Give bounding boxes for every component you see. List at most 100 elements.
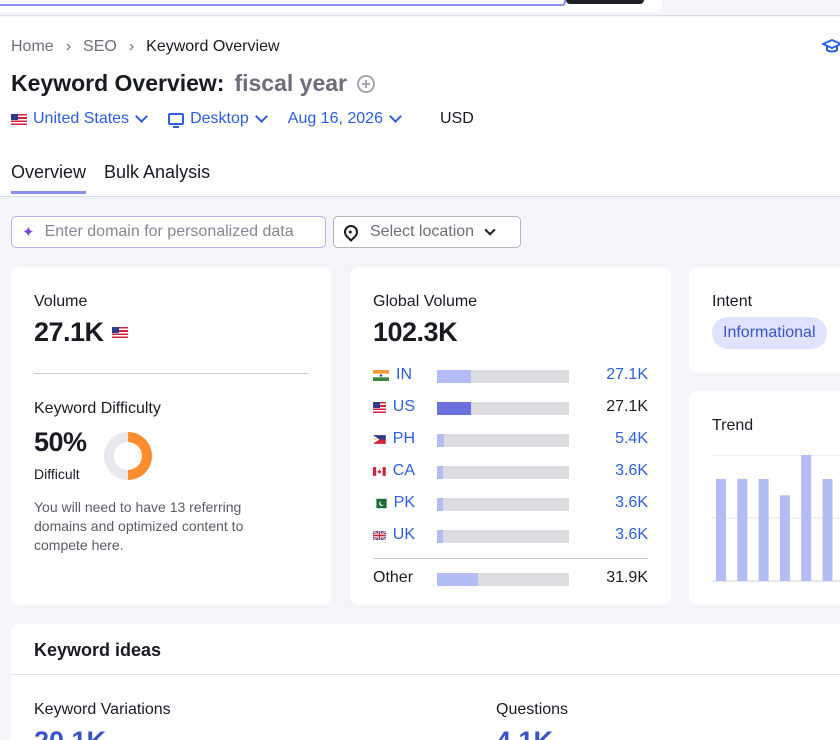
chevron-down-icon (254, 110, 268, 123)
tab-bulk-analysis[interactable]: Bulk Analysis (104, 162, 210, 194)
domain-input-placeholder: Enter domain for personalized data (44, 223, 294, 240)
intent-label: Intent (712, 293, 753, 310)
volume-share-bar (437, 466, 569, 479)
country-row-uk[interactable]: UK 3.6K (373, 525, 648, 545)
divider (34, 373, 308, 374)
location-select[interactable]: Select location (333, 216, 521, 248)
chevron-down-icon (484, 224, 496, 236)
volume-label: Volume (34, 293, 88, 310)
volume-share-bar (437, 370, 569, 383)
trend-bar[interactable] (758, 478, 769, 581)
trend-bar[interactable] (716, 478, 726, 581)
keyword-ideas-title: Keyword ideas (34, 640, 162, 660)
global-volume-value: 102.3K (373, 317, 458, 347)
keyword-difficulty-label: Keyword Difficulty (34, 400, 161, 417)
usa-flag-icon (111, 327, 128, 338)
volume-share-bar (437, 530, 569, 543)
top-bar (0, 0, 840, 16)
sparkle-icon: ✦ (22, 224, 35, 241)
volume-share-bar (437, 573, 569, 586)
keyword-variations-label: Keyword Variations (34, 701, 171, 718)
trend-chart (712, 455, 840, 582)
chevron-down-icon (135, 110, 148, 123)
country-row-ph[interactable]: PH 5.4K (373, 429, 648, 449)
country-row-other: Other 31.9K (373, 568, 648, 588)
volume-share-bar (437, 434, 569, 447)
uk-flag-icon (373, 529, 386, 541)
philippines-flag-icon (373, 434, 386, 444)
country-row-us[interactable]: US 27.1K (373, 397, 648, 417)
volume-share-fill (437, 370, 472, 383)
volume-share-bar (437, 402, 569, 415)
questions-value[interactable]: 4.1K (496, 726, 553, 740)
divider (373, 558, 648, 559)
intent-badge[interactable]: Informational (712, 317, 827, 349)
country-filter[interactable]: United States (11, 110, 148, 128)
other-volume: 31.9K (606, 569, 648, 586)
breadcrumb-current: Keyword Overview (146, 38, 280, 55)
keyword-ideas-card: Keyword ideas Keyword Variations Questio… (11, 624, 840, 740)
trend-bar[interactable] (737, 478, 748, 581)
country-code: IN (396, 366, 412, 383)
desktop-monitor-icon (168, 113, 185, 128)
country-volume: 27.1K (606, 398, 648, 415)
add-keyword-plus-icon[interactable] (357, 74, 375, 93)
volume-share-bar (437, 498, 569, 511)
india-flag-icon (373, 369, 389, 381)
graduation-cap-icon[interactable] (822, 38, 840, 56)
breadcrumb-home[interactable]: Home (11, 38, 54, 56)
country-code: PK (393, 494, 415, 511)
volume-share-fill (437, 530, 443, 543)
chevron-down-icon (389, 110, 402, 123)
location-pin-icon (341, 222, 361, 242)
country-volume: 27.1K (606, 366, 648, 383)
pakistan-flag-icon (373, 498, 387, 508)
breadcrumb-separator-icon: › (128, 38, 135, 55)
device-filter-label: Desktop (190, 110, 249, 127)
top-search-button[interactable] (566, 0, 644, 4)
country-filter-label: United States (33, 110, 130, 127)
country-row-in[interactable]: IN 27.1K (373, 365, 648, 385)
domain-input[interactable]: ✦ Enter domain for personalized data (11, 216, 326, 248)
country-row-pk[interactable]: PK 3.6K (373, 493, 648, 513)
usa-flag-icon (373, 401, 386, 413)
other-label: Other (373, 569, 414, 586)
country-row-ca[interactable]: CA 3.6K (373, 461, 648, 481)
device-filter[interactable]: Desktop (168, 110, 268, 128)
tab-overview[interactable]: Overview (11, 162, 87, 194)
filters-bar: United States Desktop Aug 16, 2026 USD (11, 110, 474, 128)
keyword-variations-value[interactable]: 20.1K (34, 726, 106, 740)
volume-value: 27.1K (34, 317, 104, 347)
country-code: PH (392, 430, 415, 447)
global-volume-label: Global Volume (373, 293, 478, 310)
trend-bar[interactable] (822, 478, 833, 581)
country-code: CA (392, 462, 415, 479)
tab-bar: Overview Bulk Analysis (11, 162, 228, 194)
breadcrumb: Home › SEO › Keyword Overview (11, 38, 280, 56)
date-filter[interactable]: Aug 16, 2026 (287, 110, 402, 128)
breadcrumb-separator-icon: › (65, 38, 72, 55)
keyword-difficulty-value: 50% (34, 427, 87, 457)
page-title: Keyword Overview: fiscal year (11, 70, 375, 97)
country-volume: 3.6K (615, 526, 648, 543)
intent-card: Intent Informational (689, 267, 840, 373)
country-code: UK (392, 526, 415, 543)
country-volume: 5.4K (615, 430, 648, 447)
divider (11, 674, 840, 675)
trend-bar[interactable] (801, 455, 812, 581)
global-volume-card: Global Volume 102.3K IN 27.1K US 27.1K P… (350, 267, 671, 605)
volume-share-fill (437, 466, 443, 479)
volume-card: Volume 27.1K Keyword Difficulty 50% Diff… (11, 267, 331, 605)
country-volume: 3.6K (615, 494, 648, 511)
date-filter-label: Aug 16, 2026 (287, 110, 383, 127)
trend-bar[interactable] (779, 495, 790, 581)
breadcrumb-seo[interactable]: SEO (83, 38, 117, 56)
country-volume: 3.6K (615, 462, 648, 479)
location-select-label: Select location (370, 223, 475, 240)
questions-label: Questions (496, 701, 569, 718)
usa-flag-icon (11, 113, 27, 125)
volume-share-fill (437, 498, 443, 511)
keyword-difficulty-level: Difficult (34, 466, 80, 482)
volume-share-fill (437, 402, 472, 415)
top-search-input[interactable] (0, 0, 566, 6)
